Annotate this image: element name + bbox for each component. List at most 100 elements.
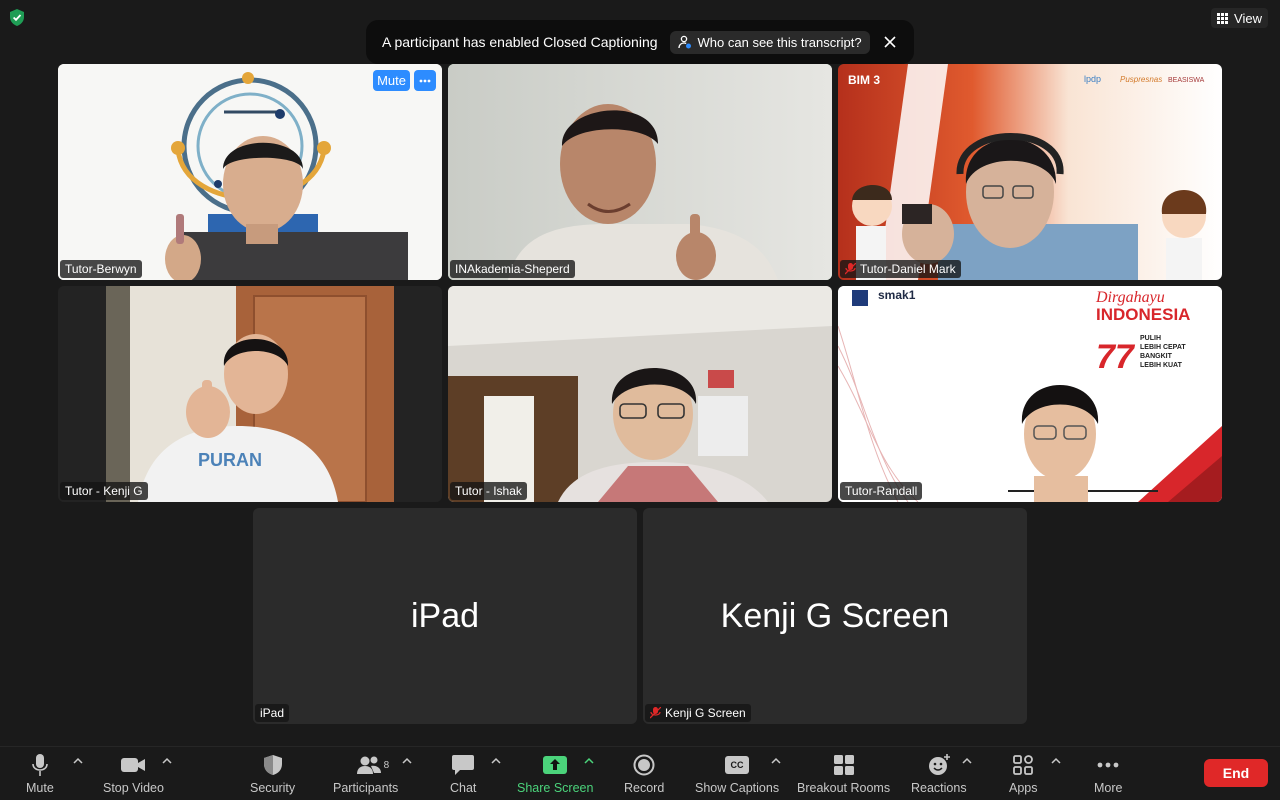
person-lock-icon bbox=[677, 35, 691, 49]
participant-name: Kenji G Screen bbox=[665, 706, 746, 720]
participants-icon bbox=[356, 756, 381, 774]
apps-icon bbox=[1013, 755, 1034, 775]
security-button[interactable]: Security bbox=[250, 753, 295, 795]
shield-icon bbox=[263, 755, 282, 775]
show-captions-button[interactable]: CC Show Captions bbox=[695, 753, 779, 795]
close-notification-button[interactable] bbox=[882, 32, 898, 52]
participant-name-tag: Kenji G Screen bbox=[645, 704, 751, 722]
reactions-smiley-icon bbox=[928, 754, 950, 775]
end-meeting-button[interactable]: End bbox=[1204, 759, 1268, 787]
share-options-chevron-icon[interactable] bbox=[584, 757, 594, 765]
stop-video-label: Stop Video bbox=[103, 781, 164, 795]
grid-view-icon bbox=[1217, 12, 1229, 24]
apps-options-chevron-icon[interactable] bbox=[1051, 757, 1061, 765]
captions-options-chevron-icon[interactable] bbox=[771, 757, 781, 765]
record-button[interactable]: Record bbox=[624, 753, 664, 795]
more-dots-icon bbox=[419, 79, 431, 82]
breakout-rooms-icon bbox=[833, 755, 854, 775]
reactions-label: Reactions bbox=[911, 781, 967, 795]
record-label: Record bbox=[624, 781, 665, 795]
participant-name: iPad bbox=[260, 706, 285, 720]
participant-display-name: Kenji G Screen bbox=[720, 596, 950, 635]
participant-name: Tutor-Randall bbox=[845, 484, 918, 498]
kenji-video-feed: PURAN bbox=[58, 286, 442, 502]
chat-bubble-icon bbox=[452, 755, 475, 775]
chat-button[interactable]: Chat bbox=[450, 753, 476, 795]
breakout-rooms-label: Breakout Rooms bbox=[797, 781, 891, 795]
view-label: View bbox=[1234, 10, 1262, 26]
dirgahayu-text: Dirgahayu bbox=[1095, 289, 1165, 306]
participants-options-chevron-icon[interactable] bbox=[402, 757, 412, 765]
close-icon bbox=[884, 36, 896, 48]
breakout-rooms-button[interactable]: Breakout Rooms bbox=[797, 753, 890, 795]
stop-video-button[interactable]: Stop Video bbox=[103, 753, 164, 795]
video-tile-sheperd[interactable]: INAkademia-Sheperd bbox=[448, 64, 832, 280]
video-tile-ishak[interactable]: Tutor - Ishak bbox=[448, 286, 832, 502]
anniversary-number: 77 bbox=[1096, 338, 1136, 376]
participant-display-name: iPad bbox=[410, 596, 480, 635]
participant-name: Tutor - Kenji G bbox=[65, 484, 143, 498]
share-screen-button[interactable]: Share Screen bbox=[517, 753, 593, 795]
participant-name: Tutor - Ishak bbox=[455, 484, 522, 498]
notification-message: A participant has enabled Closed Caption… bbox=[382, 34, 658, 50]
participant-name-tag: Tutor-Randall bbox=[840, 482, 923, 500]
muted-mic-icon bbox=[650, 707, 661, 719]
captioning-notification: A participant has enabled Closed Caption… bbox=[366, 20, 914, 64]
tile-more-button[interactable] bbox=[414, 70, 436, 91]
microphone-icon bbox=[32, 754, 48, 776]
sheperd-video-feed bbox=[448, 64, 832, 280]
record-icon bbox=[633, 754, 655, 776]
participants-button[interactable]: 8 Participants bbox=[333, 753, 398, 795]
video-tile-kenji-g[interactable]: PURAN Tutor - Kenji G bbox=[58, 286, 442, 502]
apps-button[interactable]: Apps bbox=[1009, 753, 1038, 795]
video-tile-ipad[interactable]: iPad iPad bbox=[253, 508, 637, 724]
svg-text:PURAN: PURAN bbox=[198, 450, 262, 470]
slogan-line-2: LEBIH CEPAT bbox=[1140, 344, 1186, 351]
security-label: Security bbox=[250, 781, 296, 795]
slogan-line-4: LEBIH KUAT bbox=[1140, 362, 1183, 369]
participant-name-tag: Tutor - Ishak bbox=[450, 482, 527, 500]
slogan-line-1: PULIH bbox=[1140, 335, 1161, 342]
berwyn-video-feed bbox=[58, 64, 442, 280]
reactions-button[interactable]: Reactions bbox=[911, 753, 967, 795]
participants-count: 8 bbox=[383, 759, 390, 771]
share-screen-label: Share Screen bbox=[517, 781, 594, 795]
muted-mic-icon bbox=[845, 263, 856, 275]
bim-banner-text: BIM 3 bbox=[848, 73, 880, 87]
mute-options-chevron-icon[interactable] bbox=[73, 757, 83, 765]
chat-label: Chat bbox=[450, 781, 477, 795]
meeting-toolbar: Mute Stop Video Security 8 Participants … bbox=[0, 746, 1280, 800]
video-tile-randall[interactable]: smak1 Dirgahayu INDONESIA 77 PULIH LEBIH… bbox=[838, 286, 1222, 502]
apps-label: Apps bbox=[1009, 781, 1038, 795]
mute-label: Mute bbox=[26, 781, 54, 795]
chat-options-chevron-icon[interactable] bbox=[491, 757, 501, 765]
tile-mute-button[interactable]: Mute bbox=[373, 70, 410, 91]
who-can-see-label: Who can see this transcript? bbox=[697, 34, 862, 50]
more-button[interactable]: More bbox=[1094, 753, 1122, 795]
video-tile-berwyn[interactable]: Mute Tutor-Berwyn bbox=[58, 64, 442, 280]
video-tile-daniel-mark[interactable]: BIM 3 lpdp Puspresnas BEASISWA Tutor-Dan… bbox=[838, 64, 1222, 280]
participant-name: Tutor-Daniel Mark bbox=[860, 262, 956, 276]
lpdp-logo-text: lpdp bbox=[1084, 74, 1101, 84]
view-button[interactable]: View bbox=[1211, 8, 1268, 28]
show-captions-label: Show Captions bbox=[695, 781, 780, 795]
share-screen-icon bbox=[543, 756, 568, 774]
security-shield-icon[interactable] bbox=[9, 9, 25, 26]
more-dots-icon bbox=[1097, 762, 1119, 768]
reactions-options-chevron-icon[interactable] bbox=[962, 757, 972, 765]
mute-button[interactable]: Mute bbox=[26, 753, 54, 795]
ishak-video-feed bbox=[448, 286, 832, 502]
puspresnas-logo-text: Puspresnas bbox=[1120, 75, 1162, 84]
more-label: More bbox=[1094, 781, 1123, 795]
who-can-see-transcript-button[interactable]: Who can see this transcript? bbox=[669, 30, 870, 54]
closed-captions-icon: CC bbox=[725, 756, 750, 774]
slogan-line-3: BANGKIT bbox=[1140, 353, 1173, 360]
participant-name-tag: iPad bbox=[255, 704, 290, 722]
participant-name: INAkademia-Sheperd bbox=[455, 262, 570, 276]
daniel-virtual-background: BIM 3 lpdp Puspresnas BEASISWA bbox=[838, 64, 1222, 280]
video-options-chevron-icon[interactable] bbox=[162, 757, 172, 765]
participant-name: Tutor-Berwyn bbox=[65, 262, 137, 276]
video-tile-kenji-g-screen[interactable]: Kenji G Screen Kenji G Screen bbox=[643, 508, 1027, 724]
participant-name-tag: Tutor-Berwyn bbox=[60, 260, 142, 278]
beasiswa-logo-text: BEASISWA bbox=[1168, 77, 1205, 84]
